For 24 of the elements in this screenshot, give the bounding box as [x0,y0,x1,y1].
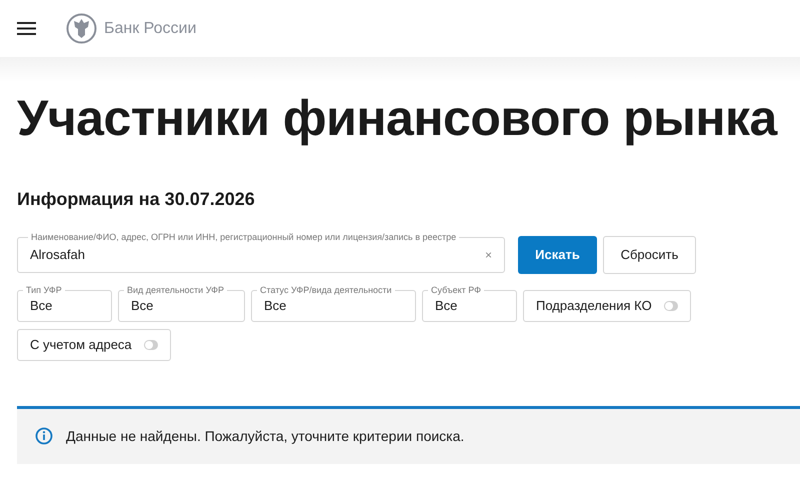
search-button[interactable]: Искать [518,236,597,274]
menu-icon[interactable] [17,22,36,35]
toggle-switch[interactable] [144,340,158,350]
field-label: Статус УФР/вида деятельности [257,284,395,297]
info-icon [35,427,53,445]
field-value: Все [30,296,52,315]
toggle-field[interactable]: С учетом адреса [17,328,171,360]
field-label: Вид деятельности УФР [124,284,227,297]
alert-message: Данные не найдены. Пожалуйста, уточните критерии поиска. [66,426,464,446]
toggle-label: С учетом адреса [30,336,132,354]
toggle-field[interactable]: Подразделения КО [523,290,691,322]
field-label: Наименование/ФИО, адрес, ОГРН или ИНН, регистрационный номер или лицензия/запись в реестре [28,230,460,244]
field-value: Все [131,296,154,315]
clear-button[interactable]: × [484,246,492,264]
emblem-icon [66,13,97,44]
field-label: Субъект РФ [428,284,484,297]
toggle-switch[interactable] [664,300,678,310]
field-value: Все [435,296,458,315]
info-date: Информация на 30.07.2026 [17,188,256,211]
page-title: Участники финансового рынка [17,89,777,148]
toggle-label: Подразделения КО [536,296,652,315]
reset-button[interactable]: Сбросить [603,236,696,274]
field-value: Alrosafah [30,246,86,264]
field-value: Все [264,296,286,315]
